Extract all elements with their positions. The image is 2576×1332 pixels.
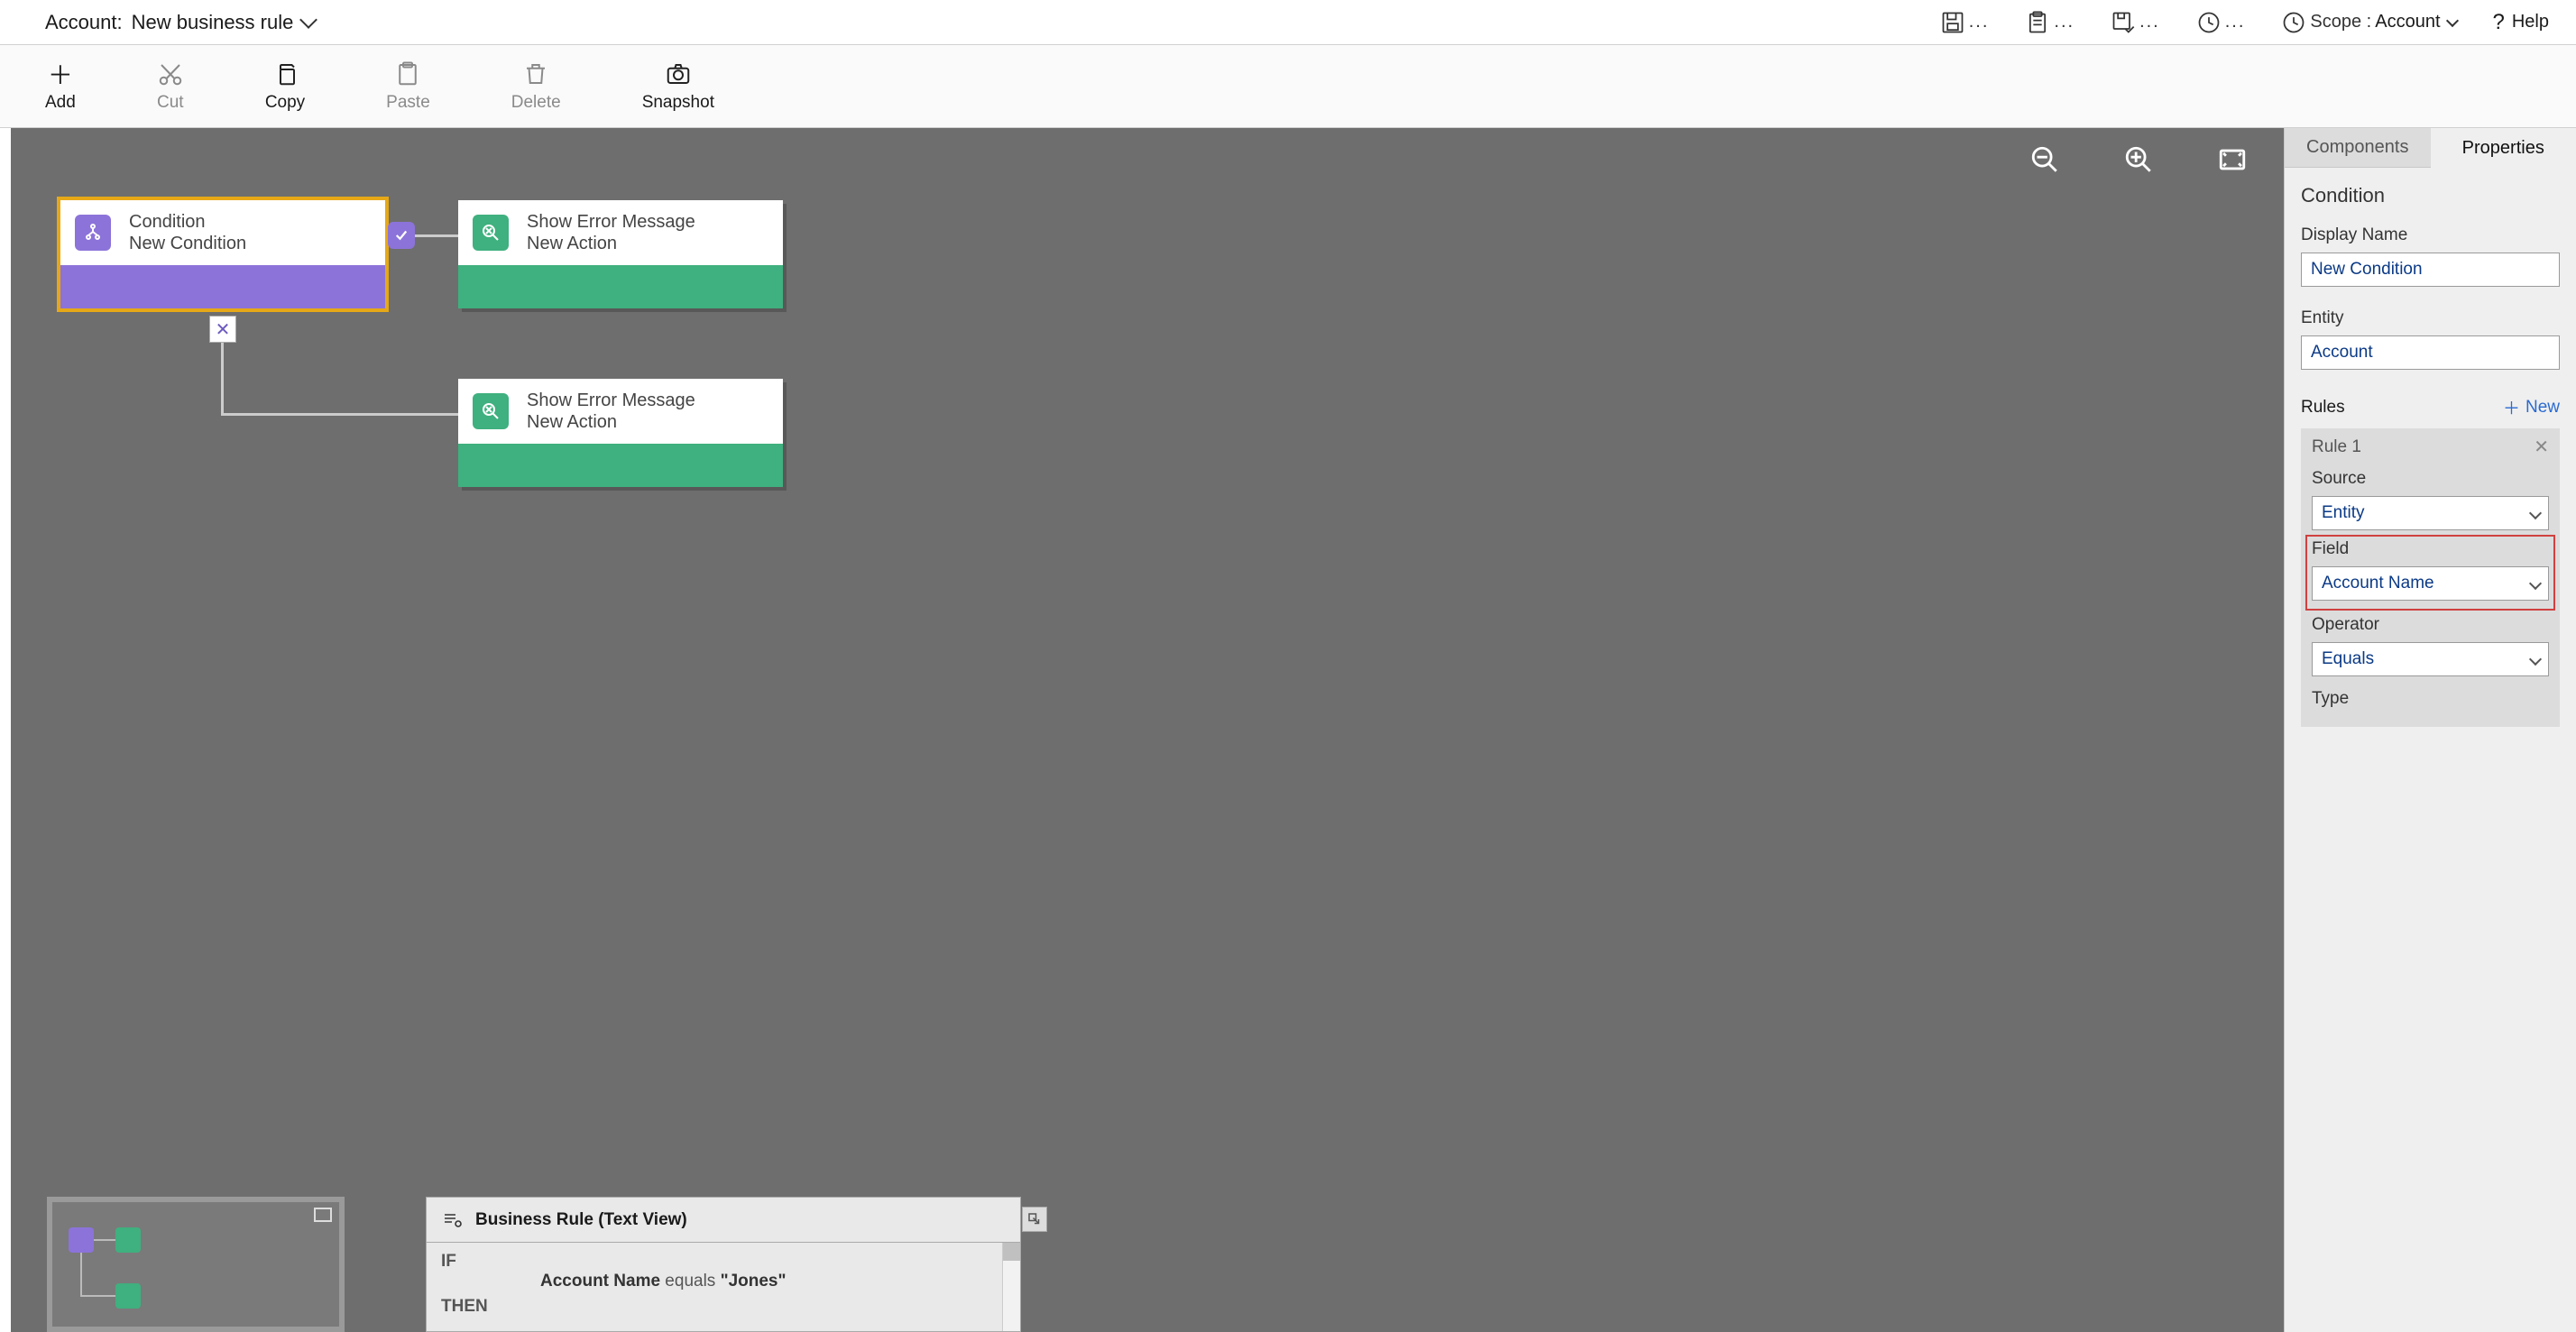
type-label: Type	[2312, 689, 2549, 709]
rules-label: Rules	[2301, 398, 2345, 418]
paste-button[interactable]: Paste	[386, 60, 430, 113]
zoom-in-button[interactable]	[2123, 144, 2154, 175]
node-subtitle: New Condition	[129, 233, 246, 254]
cut-label: Cut	[157, 93, 184, 113]
trash-icon	[522, 60, 549, 87]
snapshot-button[interactable]: Snapshot	[642, 60, 714, 113]
edge-false-h	[221, 413, 458, 416]
node-title: Show Error Message	[527, 211, 695, 233]
operator-label: Operator	[2312, 615, 2549, 635]
snapshot-label: Snapshot	[642, 93, 714, 113]
error-message-icon	[473, 215, 509, 251]
source-label: Source	[2312, 469, 2549, 489]
scrollbar[interactable]	[1002, 1243, 1020, 1331]
field-label: Field	[2312, 539, 2549, 559]
chevron-down-icon	[299, 11, 317, 29]
minimap-node	[69, 1227, 94, 1253]
scope-label: Scope :	[2310, 12, 2371, 32]
fit-button[interactable]	[2217, 144, 2248, 175]
text-view-title: Business Rule (Text View)	[475, 1210, 687, 1230]
node-title: Condition	[129, 211, 246, 233]
copy-label: Copy	[265, 93, 305, 113]
paste-icon	[394, 60, 421, 87]
tv-if: IF	[441, 1252, 1006, 1272]
tab-components[interactable]: Components	[2285, 128, 2431, 168]
entity-input[interactable]	[2301, 335, 2560, 370]
minimap-node	[115, 1283, 141, 1309]
page-title[interactable]: Account: New business rule	[45, 11, 315, 34]
scope-value: Account	[2375, 12, 2440, 32]
clock-icon	[2196, 10, 2222, 35]
scope-selector[interactable]: Scope : Account	[2281, 10, 2456, 35]
help-button[interactable]: ? Help	[2493, 10, 2550, 35]
delete-button[interactable]: Delete	[511, 60, 561, 113]
add-label: Add	[45, 93, 76, 113]
chevron-down-icon	[2445, 14, 2458, 26]
node-subtitle: New Action	[527, 233, 695, 254]
expand-icon[interactable]	[314, 1208, 332, 1222]
new-rule-button[interactable]: ＋ New	[2503, 395, 2560, 419]
cut-icon	[157, 60, 184, 87]
save-icon	[1940, 10, 1965, 35]
action-false-node[interactable]: Show Error Message New Action	[458, 379, 783, 487]
edge-false-v	[221, 334, 224, 415]
text-view-icon	[441, 1209, 463, 1231]
add-button[interactable]: ＋ Add	[45, 60, 76, 113]
copy-icon	[271, 60, 299, 87]
clipboard-icon	[2025, 10, 2050, 35]
entity-label: Entity	[2301, 308, 2560, 328]
validate-button[interactable]: ...	[2025, 10, 2075, 35]
text-view-panel: Business Rule (Text View) IF Account Nam…	[426, 1197, 1021, 1332]
node-title: Show Error Message	[527, 390, 695, 411]
camera-icon	[665, 60, 692, 87]
node-subtitle: New Action	[527, 411, 695, 433]
false-branch-icon: ✕	[209, 316, 236, 343]
scrollbar-up-icon[interactable]	[1003, 1243, 1020, 1261]
copy-button[interactable]: Copy	[265, 60, 305, 113]
cut-button[interactable]: Cut	[157, 60, 184, 113]
save-as-icon	[2111, 10, 2136, 35]
delete-label: Delete	[511, 93, 561, 113]
paste-label: Paste	[386, 93, 430, 113]
plus-icon: ＋	[47, 60, 74, 87]
header-actions: ... ... ... ... Scope : Account ? Help	[1940, 10, 2549, 35]
popout-icon[interactable]	[1022, 1207, 1047, 1232]
true-branch-icon	[388, 222, 415, 249]
operator-select[interactable]	[2312, 642, 2549, 676]
title-text: New business rule	[132, 11, 294, 34]
tab-properties[interactable]: Properties	[2431, 128, 2576, 168]
error-message-icon	[473, 393, 509, 429]
action-true-node[interactable]: Show Error Message New Action	[458, 200, 783, 308]
activate-button[interactable]: ...	[2196, 10, 2246, 35]
source-select[interactable]	[2312, 496, 2549, 530]
condition-node[interactable]: Condition New Condition	[60, 200, 385, 308]
minimap-node	[115, 1227, 141, 1253]
tv-then: THEN	[441, 1297, 1006, 1317]
display-name-input[interactable]	[2301, 253, 2560, 287]
tv-condition-line: Account Name equals "Jones"	[540, 1272, 1006, 1291]
close-icon[interactable]: ✕	[2534, 436, 2549, 458]
scope-icon	[2281, 10, 2306, 35]
zoom-out-button[interactable]	[2029, 144, 2060, 175]
canvas[interactable]: Condition New Condition ✕ Show Error Mes…	[11, 128, 2284, 1332]
toolbar: ＋ Add Cut Copy Paste Delete Snapshot	[0, 45, 2576, 128]
header-bar: Account: New business rule ... ... ... .…	[0, 0, 2576, 45]
help-label: Help	[2512, 12, 2549, 32]
section-title: Condition	[2301, 184, 2560, 207]
field-highlight: Field	[2306, 536, 2554, 610]
minimap[interactable]	[47, 1197, 345, 1332]
rule-card: Rule 1 ✕ Source Field	[2301, 428, 2560, 727]
title-prefix: Account:	[45, 11, 123, 34]
field-select[interactable]	[2312, 566, 2549, 601]
saveas-button[interactable]: ...	[2111, 10, 2160, 35]
help-icon: ?	[2493, 10, 2505, 35]
rule-title: Rule 1	[2312, 437, 2361, 457]
display-name-label: Display Name	[2301, 225, 2560, 245]
save-button[interactable]: ...	[1940, 10, 1990, 35]
condition-icon	[75, 215, 111, 251]
properties-panel: Components Properties Condition Display …	[2284, 128, 2576, 1332]
